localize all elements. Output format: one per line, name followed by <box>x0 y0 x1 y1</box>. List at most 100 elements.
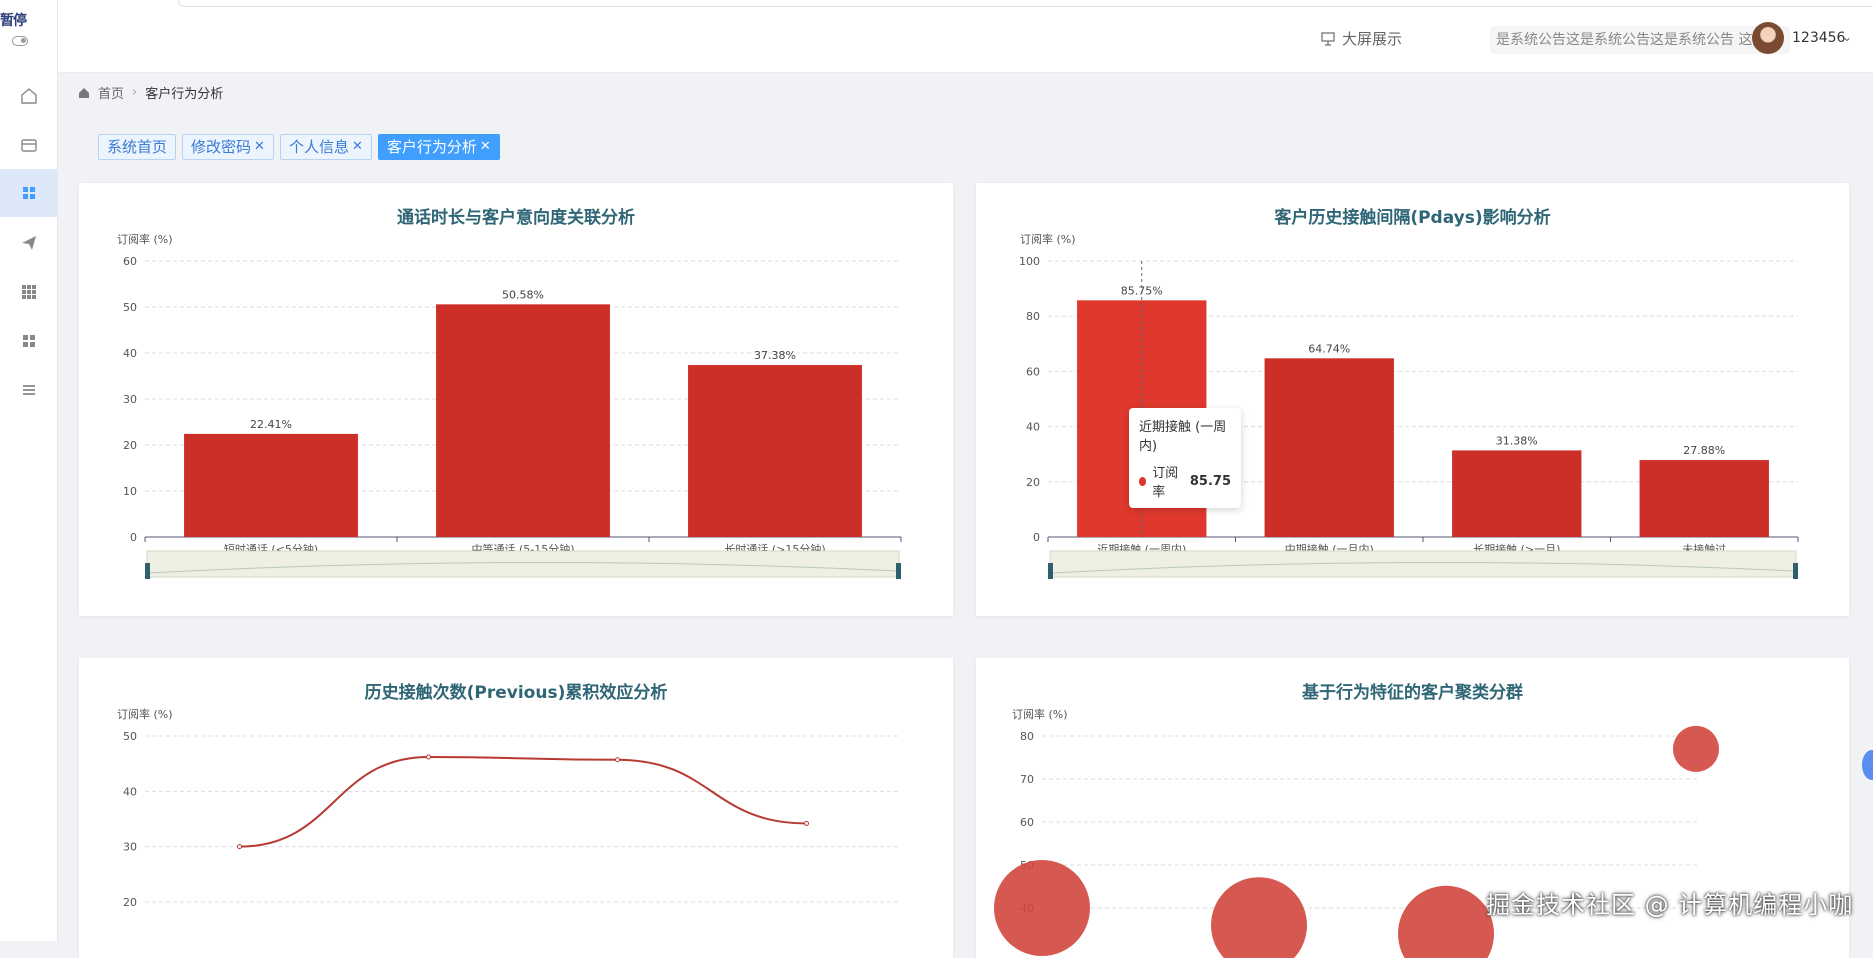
tag-tabs: 系统首页 修改密码 ✕ 个人信息 ✕ 客户行为分析 ✕ <box>98 134 500 160</box>
y-tick-label: 40 <box>1026 421 1040 434</box>
y-tick-label: 30 <box>123 841 137 854</box>
y-tick-label: 30 <box>123 393 137 406</box>
close-icon[interactable]: ✕ <box>352 135 363 159</box>
home-icon <box>21 88 37 104</box>
home-icon <box>79 87 89 98</box>
tooltip-series: 订阅率 <box>1152 466 1179 500</box>
data-label: 64.74% <box>1308 342 1350 355</box>
y-tick-label: 40 <box>123 347 137 360</box>
y-tick-label: 50 <box>123 730 137 743</box>
grid-icon <box>22 285 36 299</box>
bar-chart-pdays: 订阅率 (%)02040608010085.75%近期接触 (一周内)64.74… <box>1019 232 1799 579</box>
chart-card-previous: 历史接触次数(Previous)累积效应分析 订阅率 (%) 20 30 40 50 <box>79 658 953 958</box>
scatter-bubble <box>1211 877 1307 958</box>
tooltip-title: 近期接触 (一周内) <box>1139 420 1227 454</box>
data-label: 22.41% <box>250 418 292 431</box>
y-axis-label: 订阅率 (%) <box>117 232 173 246</box>
data-zoom-handle-right <box>1793 563 1798 579</box>
y-tick-label: 60 <box>1026 365 1040 378</box>
wallet-icon <box>21 139 37 152</box>
tab-home[interactable]: 系统首页 <box>98 134 177 160</box>
sidebar-item-wallet[interactable] <box>0 121 58 169</box>
brand-text: 暂停 <box>0 13 27 29</box>
sidebar: 暂停 <box>0 0 58 941</box>
monitor-icon <box>1321 31 1335 46</box>
sidebar-item-send[interactable] <box>0 219 58 267</box>
chevron-right-icon: › <box>132 85 138 100</box>
bar <box>436 304 610 537</box>
tab-change-password[interactable]: 修改密码 ✕ <box>182 134 274 160</box>
scatter-bubble <box>1398 885 1494 958</box>
close-icon[interactable]: ✕ <box>254 135 265 159</box>
y-tick-label: 60 <box>123 255 137 268</box>
tooltip-value: 85.75 <box>1189 473 1231 489</box>
y-tick-label: 40 <box>123 785 137 798</box>
dashboard-icon <box>23 187 35 199</box>
bar <box>688 365 862 537</box>
breadcrumb-home[interactable]: 首页 <box>98 83 124 102</box>
tab-customer-behavior[interactable]: 客户行为分析 ✕ <box>377 134 500 160</box>
y-tick-label: 70 <box>1020 773 1034 786</box>
collapse-toggle[interactable] <box>12 36 28 46</box>
blocks-icon <box>23 335 35 347</box>
sidebar-item-apps[interactable] <box>0 268 58 316</box>
sidebar-item-modules[interactable] <box>0 317 58 365</box>
sidebar-item-home[interactable] <box>0 72 58 120</box>
bar-chart-call-duration: 订阅率 (%)010203040506022.41%短时通话 (<5分钟)50.… <box>117 232 902 579</box>
data-zoom-handle-left <box>1048 563 1053 579</box>
big-screen-button[interactable]: 大屏展示 <box>1320 28 1402 49</box>
y-axis-label: 订阅率 (%) <box>1020 232 1076 246</box>
bar <box>1264 358 1394 537</box>
paper-plane-icon <box>22 236 36 250</box>
top-strip <box>178 0 1873 7</box>
data-label: 50.58% <box>502 288 544 301</box>
data-label: 31.38% <box>1496 434 1538 447</box>
tab-label: 个人信息 <box>288 138 349 156</box>
tab-label: 系统首页 <box>107 138 168 156</box>
list-icon <box>23 385 35 395</box>
y-tick-label: 20 <box>123 439 137 452</box>
bar <box>1639 460 1769 537</box>
breadcrumb: 首页 › 客户行为分析 <box>78 83 223 102</box>
scatter-bubble <box>994 860 1090 956</box>
close-icon[interactable]: ✕ <box>480 135 491 159</box>
y-axis-label: 订阅率 (%) <box>117 707 173 721</box>
scatter-bubble <box>1673 725 1719 772</box>
tab-label: 修改密码 <box>191 138 252 156</box>
tab-profile[interactable]: 个人信息 ✕ <box>279 134 372 160</box>
sidebar-item-list[interactable] <box>0 366 58 414</box>
series-dot <box>1139 476 1147 486</box>
y-tick-label: 80 <box>1026 310 1040 323</box>
floating-button[interactable] <box>1862 750 1873 780</box>
line-point <box>615 757 620 763</box>
line-point <box>426 754 431 760</box>
data-zoom-handle-left <box>145 563 150 579</box>
watermark: 掘金技术社区 @ 计算机编程小咖 <box>1486 891 1854 919</box>
chart-tooltip: 近期接触 (一周内) 订阅率 85.75 <box>1129 408 1241 508</box>
y-tick-label: 80 <box>1020 730 1034 743</box>
sidebar-item-analysis[interactable] <box>0 169 58 217</box>
breadcrumb-current: 客户行为分析 <box>145 87 224 102</box>
bar <box>184 433 358 537</box>
data-zoom-handle-right <box>896 563 901 579</box>
system-notice-marquee: 是系统公告这是系统公告这是系统公告 这是 <box>1490 26 1790 54</box>
y-tick-label: 50 <box>123 301 137 314</box>
avatar[interactable] <box>1752 22 1784 54</box>
y-tick-label: 100 <box>1019 255 1040 268</box>
data-label: 37.38% <box>754 349 796 362</box>
data-label: 27.88% <box>1683 444 1725 457</box>
data-zoom-track <box>146 550 900 578</box>
chevron-down-icon[interactable]: ⌄ <box>1842 30 1852 44</box>
data-zoom-track <box>1049 550 1797 578</box>
chart-card-pdays: 客户历史接触间隔(Pdays)影响分析 订阅率 (%) 0 20 40 60 80 100 8… <box>976 183 1849 616</box>
line-chart-previous: 订阅率 (%) 20 30 40 50 <box>117 707 901 909</box>
y-tick-label: 0 <box>130 531 137 544</box>
series-line <box>239 756 807 848</box>
header-bar: 大屏展示 是系统公告这是系统公告这是系统公告 这是 <box>58 0 1873 73</box>
line-point <box>237 844 242 850</box>
y-tick-label: 20 <box>123 896 137 909</box>
line-point <box>804 820 809 826</box>
username[interactable]: 123456 <box>1792 30 1845 46</box>
y-tick-label: 20 <box>1026 476 1040 489</box>
bar <box>1452 450 1582 537</box>
